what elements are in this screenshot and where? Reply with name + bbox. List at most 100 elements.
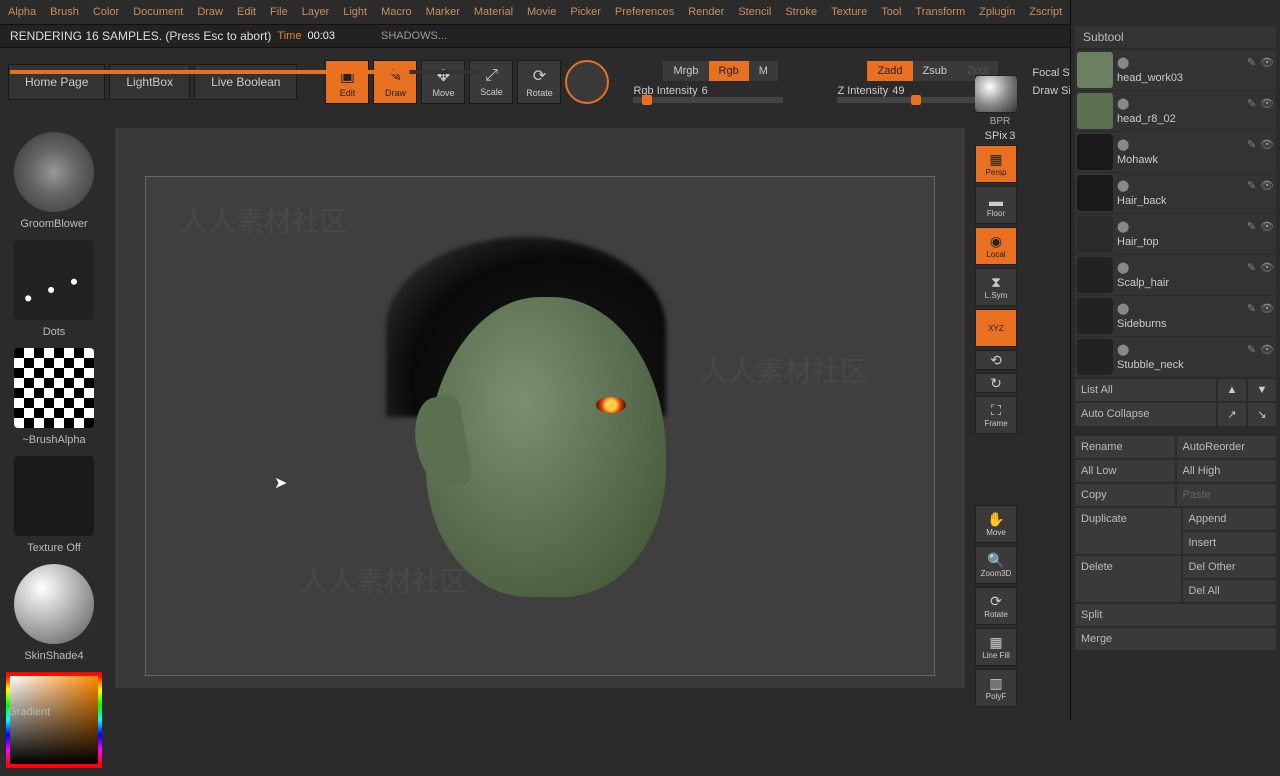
gradient-label[interactable]: Gradient — [8, 706, 50, 718]
eye-icon[interactable]: 👁 — [1260, 220, 1274, 233]
menu-movie[interactable]: Movie — [527, 6, 556, 18]
draw-tool[interactable]: ✎Draw — [373, 60, 417, 104]
cycle2-button[interactable]: ↻ — [975, 373, 1017, 393]
menu-material[interactable]: Material — [474, 6, 513, 18]
all-low-button[interactable]: All Low — [1075, 460, 1175, 482]
menu-marker[interactable]: Marker — [426, 6, 460, 18]
subtool-item[interactable]: ⬤ ✎👁 Scalp_hair — [1075, 255, 1276, 295]
texture-thumbnail[interactable] — [14, 456, 94, 536]
subtool-item[interactable]: ⬤ ✎👁 head_r8_02 — [1075, 91, 1276, 131]
zadd-mode[interactable]: Zadd — [867, 61, 912, 81]
subtool-item[interactable]: ⬤ ✎👁 Stubble_neck — [1075, 337, 1276, 377]
menu-preferences[interactable]: Preferences — [615, 6, 674, 18]
polyf-button[interactable]: ▥PolyF — [975, 669, 1017, 707]
auto-collapse-button[interactable]: Auto Collapse — [1075, 403, 1216, 426]
menu-color[interactable]: Color — [93, 6, 119, 18]
menu-zscript[interactable]: Zscript — [1029, 6, 1062, 18]
toggle-dot-icon[interactable]: ⬤ — [1117, 97, 1129, 110]
eye-icon[interactable]: 👁 — [1260, 343, 1274, 356]
eye-icon[interactable]: 👁 — [1260, 261, 1274, 274]
brush-small-icon[interactable]: ✎ — [1247, 56, 1256, 69]
menu-brush[interactable]: Brush — [50, 6, 79, 18]
bpr-button[interactable] — [975, 75, 1017, 113]
move-up-button[interactable]: ▲ — [1218, 379, 1246, 401]
del-all-button[interactable]: Del All — [1183, 580, 1277, 602]
subtool-title[interactable]: Subtool — [1075, 26, 1276, 48]
scale-tool[interactable]: ⤢Scale — [469, 60, 513, 104]
menu-draw[interactable]: Draw — [197, 6, 223, 18]
move-tool[interactable]: ✥Move — [421, 60, 465, 104]
toggle-dot-icon[interactable]: ⬤ — [1117, 261, 1129, 274]
brush-small-icon[interactable]: ✎ — [1247, 302, 1256, 315]
rgb-intensity-slider[interactable] — [633, 97, 783, 103]
rotate-nav-button[interactable]: ⟳Rotate — [975, 587, 1017, 625]
menu-document[interactable]: Document — [133, 6, 183, 18]
z-intensity-slider[interactable] — [837, 97, 987, 103]
rgb-mode[interactable]: Rgb — [709, 61, 749, 81]
brush-small-icon[interactable]: ✎ — [1247, 220, 1256, 233]
rotate-tool[interactable]: ⟳Rotate — [517, 60, 561, 104]
local-button[interactable]: ◉Local — [975, 227, 1017, 265]
eye-icon[interactable]: 👁 — [1260, 97, 1274, 110]
menu-edit[interactable]: Edit — [237, 6, 256, 18]
autoreorder-button[interactable]: AutoReorder — [1177, 436, 1277, 458]
menu-tool[interactable]: Tool — [881, 6, 901, 18]
move-down-button[interactable]: ▼ — [1248, 379, 1276, 401]
toggle-dot-icon[interactable]: ⬤ — [1117, 220, 1129, 233]
frame-button[interactable]: ⛶Frame — [975, 396, 1017, 434]
insert-button[interactable]: Insert — [1183, 532, 1277, 554]
canvas[interactable]: ➤ — [145, 176, 935, 676]
brush-thumbnail[interactable] — [14, 132, 94, 212]
collapse-down-button[interactable]: ↘ — [1248, 403, 1276, 426]
brush-small-icon[interactable]: ✎ — [1247, 343, 1256, 356]
move-nav-button[interactable]: ✋Move — [975, 505, 1017, 543]
menu-file[interactable]: File — [270, 6, 288, 18]
del-other-button[interactable]: Del Other — [1183, 556, 1277, 578]
paste-button[interactable]: Paste — [1177, 484, 1277, 506]
eye-icon[interactable]: 👁 — [1260, 138, 1274, 151]
subtool-item[interactable]: ⬤ ✎👁 Hair_back — [1075, 173, 1276, 213]
toggle-dot-icon[interactable]: ⬤ — [1117, 302, 1129, 315]
alpha-thumbnail[interactable] — [14, 348, 94, 428]
brush-small-icon[interactable]: ✎ — [1247, 261, 1256, 274]
menu-layer[interactable]: Layer — [302, 6, 330, 18]
subtool-item[interactable]: ⬤ ✎👁 Mohawk — [1075, 132, 1276, 172]
merge-button[interactable]: Merge — [1075, 628, 1276, 650]
toggle-dot-icon[interactable]: ⬤ — [1117, 179, 1129, 192]
viewport[interactable]: ➤ — [115, 128, 965, 688]
rename-button[interactable]: Rename — [1075, 436, 1175, 458]
mrgb-mode[interactable]: Mrgb — [663, 61, 708, 81]
lsym-button[interactable]: ⧗L.Sym — [975, 268, 1017, 306]
copy-button[interactable]: Copy — [1075, 484, 1175, 506]
cycle1-button[interactable]: ⟲ — [975, 350, 1017, 370]
eye-icon[interactable]: 👁 — [1260, 56, 1274, 69]
zoom3d-button[interactable]: 🔍Zoom3D — [975, 546, 1017, 584]
gizmo-button[interactable] — [565, 60, 609, 104]
append-button[interactable]: Append — [1183, 508, 1277, 530]
subtool-item[interactable]: ⬤ ✎👁 Sideburns — [1075, 296, 1276, 336]
m-mode[interactable]: M — [749, 61, 778, 81]
menu-transform[interactable]: Transform — [915, 6, 965, 18]
toggle-dot-icon[interactable]: ⬤ — [1117, 343, 1129, 356]
all-high-button[interactable]: All High — [1177, 460, 1277, 482]
toggle-dot-icon[interactable]: ⬤ — [1117, 56, 1129, 69]
eye-icon[interactable]: 👁 — [1260, 179, 1274, 192]
brush-small-icon[interactable]: ✎ — [1247, 97, 1256, 110]
brush-small-icon[interactable]: ✎ — [1247, 179, 1256, 192]
list-all-button[interactable]: List All — [1075, 379, 1216, 401]
color-picker[interactable] — [6, 672, 102, 768]
xyz-button[interactable]: XYZ — [975, 309, 1017, 347]
subtool-item[interactable]: ⬤ ✎👁 head_work03 — [1075, 50, 1276, 90]
menu-stroke[interactable]: Stroke — [785, 6, 817, 18]
zsub-mode[interactable]: Zsub — [913, 61, 957, 81]
edit-tool[interactable]: ▣Edit — [325, 60, 369, 104]
menu-macro[interactable]: Macro — [381, 6, 412, 18]
persp-button[interactable]: ▦Persp — [975, 145, 1017, 183]
duplicate-button[interactable]: Duplicate — [1075, 508, 1181, 554]
menu-stencil[interactable]: Stencil — [738, 6, 771, 18]
menu-zplugin[interactable]: Zplugin — [979, 6, 1015, 18]
split-button[interactable]: Split — [1075, 604, 1276, 626]
menu-texture[interactable]: Texture — [831, 6, 867, 18]
menu-picker[interactable]: Picker — [570, 6, 601, 18]
collapse-up-button[interactable]: ↗ — [1218, 403, 1246, 426]
